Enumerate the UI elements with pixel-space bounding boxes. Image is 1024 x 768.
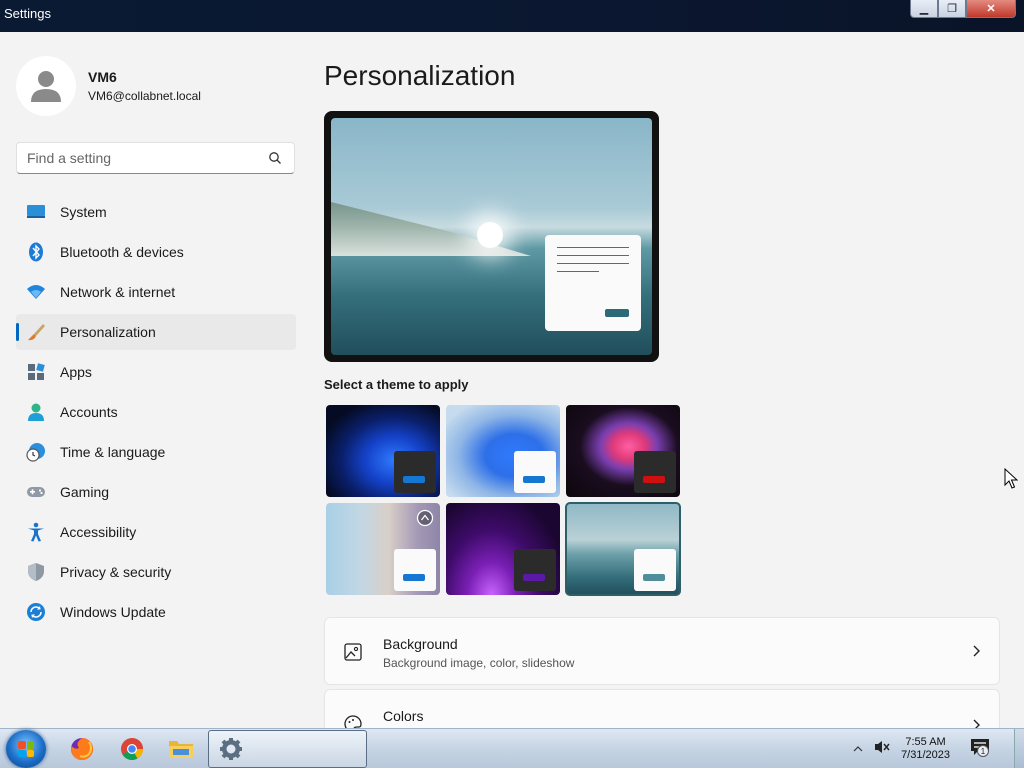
- shield-icon: [26, 562, 46, 582]
- sidebar-item-gaming[interactable]: Gaming: [16, 474, 296, 510]
- wifi-icon: [26, 282, 46, 302]
- search-box: [16, 142, 295, 174]
- taskbar-file-explorer[interactable]: [163, 733, 199, 765]
- theme-flow[interactable]: [565, 502, 681, 596]
- monitor-icon: [26, 202, 46, 222]
- palette-icon: [343, 714, 363, 728]
- sidebar-item-label: Privacy & security: [60, 564, 172, 580]
- show-hidden-icons-icon[interactable]: [853, 740, 863, 758]
- sidebar-item-label: Time & language: [60, 444, 166, 460]
- bluetooth-icon: [26, 242, 46, 262]
- sidebar-item-network[interactable]: Network & internet: [16, 274, 296, 310]
- theme-windows-dark[interactable]: [326, 405, 440, 497]
- colors-card[interactable]: Colors: [324, 689, 1000, 728]
- taskbar: 7:55 AM 7/31/2023 1: [0, 728, 1024, 768]
- taskbar-settings[interactable]: [208, 730, 367, 768]
- theme-heading: Select a theme to apply: [324, 377, 469, 392]
- sidebar-item-label: Apps: [60, 364, 92, 380]
- sidebar-item-privacy-security[interactable]: Privacy & security: [16, 554, 296, 590]
- accessibility-icon: [26, 522, 46, 542]
- sidebar-item-accessibility[interactable]: Accessibility: [16, 514, 296, 550]
- apps-icon: [26, 362, 46, 382]
- window-title: Settings: [4, 6, 51, 21]
- update-icon: [26, 602, 46, 622]
- file-explorer-icon: [169, 741, 193, 758]
- sidebar-item-label: Accessibility: [60, 524, 137, 540]
- card-subtitle: Background image, color, slideshow: [383, 656, 575, 670]
- theme-preview: [324, 111, 659, 362]
- start-button[interactable]: [6, 730, 46, 768]
- slideshow-icon: [416, 509, 434, 527]
- taskbar-chrome[interactable]: [114, 733, 150, 765]
- page-title: Personalization: [324, 60, 516, 91]
- sidebar-item-label: Gaming: [60, 484, 110, 500]
- paintbrush-icon: [26, 322, 46, 342]
- sidebar-item-label: Personalization: [60, 324, 156, 340]
- notification-center-icon[interactable]: 1: [970, 738, 990, 761]
- sidebar-item-label: Network & internet: [60, 284, 176, 300]
- theme-sunrise[interactable]: [446, 503, 560, 595]
- profile-name: VM6: [88, 69, 117, 85]
- notification-count-badge: 1: [977, 744, 989, 757]
- sidebar-item-label: Bluetooth & devices: [60, 244, 184, 260]
- chevron-right-icon: [971, 718, 981, 728]
- system-tray: 7:55 AM 7/31/2023 1: [853, 729, 1024, 768]
- sidebar-item-accounts[interactable]: Accounts: [16, 394, 296, 430]
- clock-time: 7:55 AM: [905, 736, 946, 748]
- sidebar-item-system[interactable]: System: [16, 194, 296, 230]
- main-content: Personalization Select a theme to apply: [324, 32, 1014, 728]
- clock-date: 7/31/2023: [901, 749, 950, 761]
- search-input[interactable]: [17, 143, 257, 173]
- sidebar-item-label: Windows Update: [60, 604, 166, 620]
- maximize-button[interactable]: ❐: [938, 0, 966, 18]
- background-card[interactable]: Background Background image, color, slid…: [324, 617, 1000, 685]
- sidebar-item-label: Accounts: [60, 404, 118, 420]
- mouse-cursor-icon: [1004, 467, 1019, 495]
- firefox-icon: [71, 737, 94, 760]
- window-controls: ▁ ❐ ✕: [910, 0, 1016, 18]
- sidebar: VM6 VM6@collabnet.local System Bluetooth…: [0, 32, 310, 728]
- sidebar-item-windows-update[interactable]: Windows Update: [16, 594, 296, 630]
- preview-wallpaper: [331, 118, 652, 355]
- settings-icon: [220, 738, 242, 760]
- sidebar-item-apps[interactable]: Apps: [16, 354, 296, 390]
- sidebar-item-bluetooth[interactable]: Bluetooth & devices: [16, 234, 296, 270]
- avatar: [16, 56, 76, 116]
- chrome-icon: [121, 738, 143, 760]
- clock[interactable]: 7:55 AM 7/31/2023: [901, 736, 950, 762]
- card-title: Background: [383, 636, 458, 652]
- person-icon: [31, 71, 61, 102]
- nav-list: System Bluetooth & devices Network & int…: [16, 194, 296, 634]
- image-icon: [343, 642, 363, 667]
- theme-glow[interactable]: [566, 405, 680, 497]
- chevron-right-icon: [971, 644, 981, 663]
- clock-globe-icon: [26, 442, 46, 462]
- person-icon: [26, 402, 46, 422]
- sidebar-item-time-language[interactable]: Time & language: [16, 434, 296, 470]
- windows-logo-icon: [18, 741, 34, 757]
- theme-windows-light[interactable]: [446, 405, 560, 497]
- sidebar-item-label: System: [60, 204, 107, 220]
- user-profile[interactable]: VM6 VM6@collabnet.local: [16, 56, 201, 116]
- close-button[interactable]: ✕: [966, 0, 1016, 18]
- show-desktop-button[interactable]: [1014, 729, 1024, 768]
- profile-email: VM6@collabnet.local: [88, 89, 201, 103]
- minimize-button[interactable]: ▁: [910, 0, 938, 18]
- preview-window: [545, 235, 641, 331]
- volume-muted-icon[interactable]: [873, 739, 891, 760]
- search-icon[interactable]: [268, 151, 282, 170]
- sidebar-item-personalization[interactable]: Personalization: [16, 314, 296, 350]
- taskbar-firefox[interactable]: [64, 733, 100, 765]
- title-bar: Settings ▁ ❐ ✕: [0, 0, 1024, 32]
- theme-captured-motion[interactable]: [326, 503, 440, 595]
- gamepad-icon: [26, 482, 46, 502]
- card-title: Colors: [383, 708, 424, 724]
